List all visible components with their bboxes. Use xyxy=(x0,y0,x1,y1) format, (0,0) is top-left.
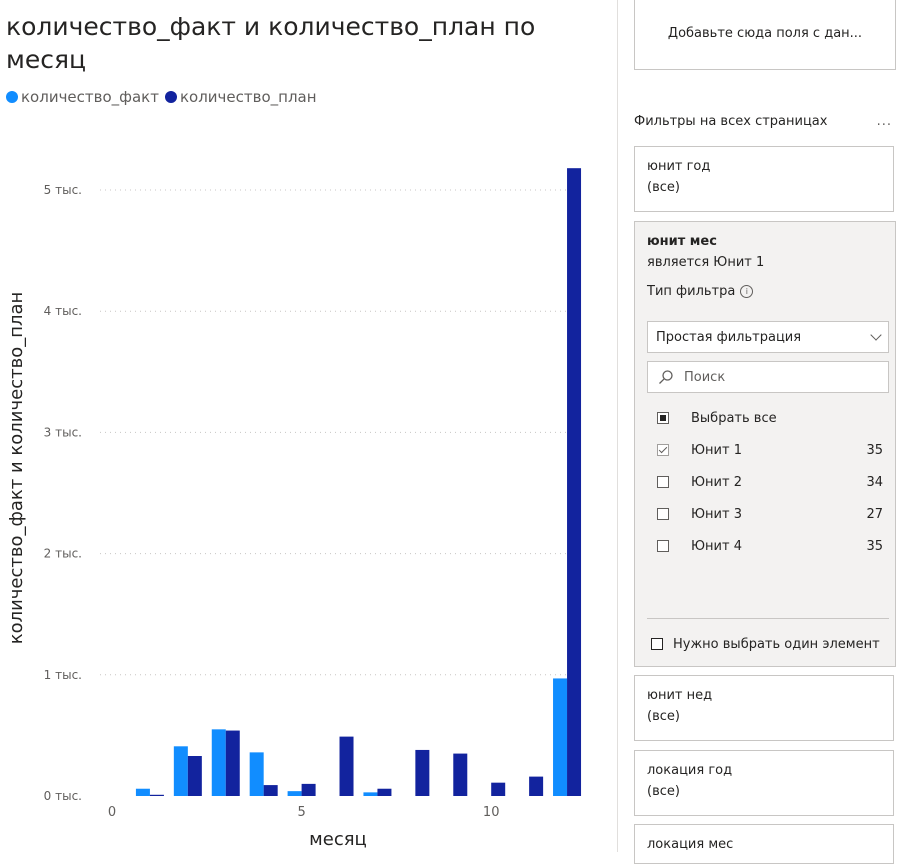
single-select-label: Нужно выбрать один элемент xyxy=(673,636,880,652)
filter-name: локация мес xyxy=(647,837,734,852)
checkbox[interactable] xyxy=(657,508,669,520)
x-tick-label: 5 xyxy=(297,805,305,820)
option-count: 27 xyxy=(866,506,883,522)
drop-fields-label: Добавьте сюда поля с дан... xyxy=(667,26,863,41)
option-count: 34 xyxy=(866,474,883,490)
y-tick-label: 0 тыс. xyxy=(44,789,82,803)
bar-fact xyxy=(249,752,264,796)
option-label: Выбрать все xyxy=(691,410,777,426)
filter-value: (все) xyxy=(647,180,680,195)
option-count: 35 xyxy=(866,538,883,554)
chevron-down-icon xyxy=(870,329,882,341)
option-label: Юнит 2 xyxy=(691,474,742,490)
search-input[interactable]: Поиск xyxy=(647,361,889,393)
filter-value: (все) xyxy=(647,784,680,799)
bar-plan xyxy=(301,783,316,796)
bar-plan xyxy=(529,776,544,796)
x-tick-label: 10 xyxy=(483,805,500,820)
divider xyxy=(647,618,889,619)
bar-plan xyxy=(453,753,468,796)
y-tick-label: 4 тыс. xyxy=(44,304,82,318)
bar-fact xyxy=(553,678,568,796)
x-tick-label: 0 xyxy=(108,805,116,820)
bar-fact xyxy=(173,746,188,796)
bar-plan xyxy=(491,782,506,796)
option-unit-4[interactable]: Юнит 4 35 xyxy=(657,536,883,556)
y-tick-label: 1 тыс. xyxy=(44,668,82,682)
bar-fact xyxy=(135,788,150,796)
bar-plan xyxy=(187,756,202,796)
y-axis-title: количество_факт и количество_план xyxy=(6,292,27,645)
checkbox[interactable] xyxy=(651,638,663,650)
filter-summary: является Юнит 1 xyxy=(647,255,765,270)
filters-all-pages-title: Фильтры на всех страницах xyxy=(634,114,828,129)
checkbox[interactable] xyxy=(657,540,669,552)
drop-fields-zone[interactable]: Добавьте сюда поля с дан... xyxy=(634,0,896,70)
bar-plan xyxy=(567,168,582,796)
filter-name: локация год xyxy=(647,763,733,778)
more-options-icon[interactable]: ... xyxy=(877,114,892,129)
single-select-toggle[interactable]: Нужно выбрать один элемент xyxy=(651,635,887,653)
filter-card-location-month[interactable]: локация мес xyxy=(634,824,894,864)
option-count: 35 xyxy=(866,442,883,458)
filter-card-unit-month[interactable]: юнит мес является Юнит 1 Тип фильтра i П… xyxy=(634,221,896,667)
filter-name: юнит год xyxy=(647,159,711,174)
filter-card-unit-year[interactable]: юнит год (все) xyxy=(634,146,894,212)
search-placeholder: Поиск xyxy=(684,369,726,385)
info-icon[interactable]: i xyxy=(740,285,754,298)
option-label: Юнит 1 xyxy=(691,442,742,458)
checkbox[interactable] xyxy=(657,476,669,488)
y-tick-label: 3 тыс. xyxy=(44,425,82,439)
bar-plan xyxy=(339,736,354,796)
filter-type-label: Тип фильтра i xyxy=(647,284,895,299)
pane-divider xyxy=(617,0,618,852)
filter-name: юнит мес xyxy=(647,234,717,249)
bar-plan xyxy=(225,730,240,796)
bar-plan xyxy=(377,788,392,796)
filter-card-location-year[interactable]: локация год (все) xyxy=(634,750,894,816)
bar-fact xyxy=(363,792,378,796)
bar-chart[interactable]: 0 тыс. 1 тыс. 2 тыс. 3 тыс. 4 тыс. 5 тыс. 0 5 10… xyxy=(0,0,617,852)
option-unit-3[interactable]: Юнит 3 27 xyxy=(657,504,883,524)
filter-name: юнит нед xyxy=(647,688,713,703)
bar-fact xyxy=(287,791,302,796)
search-icon xyxy=(659,370,673,384)
y-tick-label: 5 тыс. xyxy=(44,183,82,197)
filter-value: (все) xyxy=(647,709,680,724)
filters-all-pages-header: Фильтры на всех страницах ... xyxy=(634,114,896,129)
bar-plan xyxy=(415,749,430,796)
option-label: Юнит 3 xyxy=(691,506,742,522)
filter-type-text: Тип фильтра xyxy=(647,284,736,299)
filter-card-unit-week[interactable]: юнит нед (все) xyxy=(634,675,894,741)
option-unit-1[interactable]: Юнит 1 35 xyxy=(657,440,883,460)
bar-fact xyxy=(211,729,226,796)
y-tick-label: 2 тыс. xyxy=(44,547,82,561)
checkbox[interactable] xyxy=(657,412,669,424)
checkbox[interactable] xyxy=(657,444,669,456)
filter-type-value: Простая фильтрация xyxy=(656,329,802,345)
option-unit-2[interactable]: Юнит 2 34 xyxy=(657,472,883,492)
bar-plan xyxy=(263,785,278,796)
bar-plan xyxy=(149,794,164,796)
filter-type-dropdown[interactable]: Простая фильтрация xyxy=(647,321,889,353)
x-axis-title: месяц xyxy=(309,829,367,850)
option-label: Юнит 4 xyxy=(691,538,742,554)
option-select-all[interactable]: Выбрать все xyxy=(657,408,883,428)
